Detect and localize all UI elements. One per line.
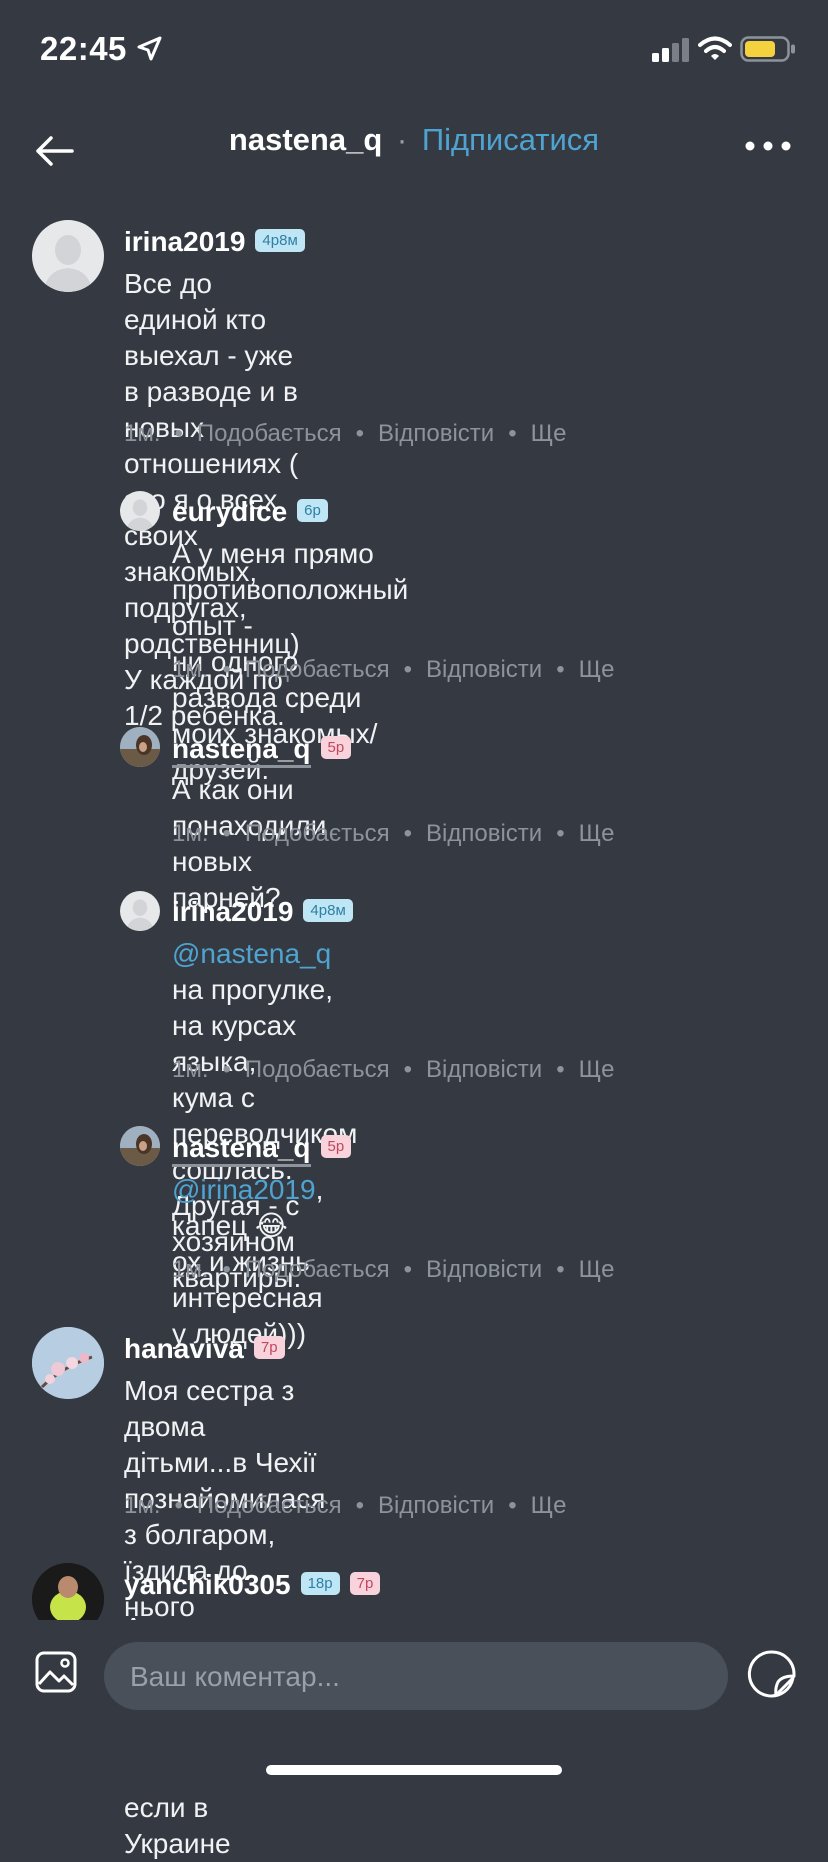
- header-title: nastena_q · Підписатися: [0, 122, 828, 158]
- status-time: 22:45: [40, 30, 127, 67]
- avatar[interactable]: [120, 727, 160, 767]
- wifi-icon: [698, 36, 732, 60]
- reply-button[interactable]: Відповісти: [426, 820, 542, 847]
- mention-link[interactable]: @nastena_q: [172, 938, 331, 969]
- comment-time: 1м.: [172, 656, 209, 683]
- user-badge: 5р: [320, 1135, 352, 1159]
- cellular-signal-icon: [652, 38, 689, 62]
- comment-actions: 1м. • Подобається • Відповісти • Ще: [124, 420, 567, 447]
- image-attach-icon[interactable]: [34, 1650, 78, 1694]
- comment-time: 1м.: [172, 1056, 209, 1083]
- like-button[interactable]: Подобається: [245, 656, 390, 683]
- location-arrow-icon: [137, 36, 162, 61]
- photo-avatar-icon: [120, 1126, 160, 1166]
- comment-actions: 1м. • Подобається • Відповісти • Ще: [172, 1256, 615, 1283]
- comment-input[interactable]: [128, 1642, 692, 1712]
- blossom-avatar-icon: [32, 1327, 104, 1399]
- default-avatar-icon: [44, 235, 92, 292]
- user-badge: 7р: [253, 1336, 285, 1360]
- default-avatar-icon: [126, 899, 154, 931]
- like-button[interactable]: Подобається: [245, 1256, 390, 1283]
- avatar[interactable]: [120, 1126, 160, 1166]
- more-button[interactable]: Ще: [579, 820, 615, 847]
- like-button[interactable]: Подобається: [245, 1056, 390, 1083]
- comment-time: 1м.: [124, 420, 161, 447]
- default-avatar-icon: [126, 499, 154, 531]
- reply-button[interactable]: Відповісти: [426, 1056, 542, 1083]
- more-button[interactable]: Ще: [579, 1256, 615, 1283]
- user-badge: 18р: [300, 1572, 340, 1596]
- battery-icon: [740, 36, 795, 62]
- profile-username[interactable]: nastena_q: [229, 122, 382, 157]
- sticker-icon[interactable]: [746, 1648, 798, 1700]
- comment-actions: 1м. • Подобається • Відповісти • Ще: [172, 820, 615, 847]
- comment-username[interactable]: irina2019: [172, 896, 293, 927]
- reply-button[interactable]: Відповісти: [378, 1492, 494, 1519]
- status-bar: 22:45: [0, 0, 828, 96]
- photo-avatar-icon: [120, 727, 160, 767]
- comment-input-wrap: [104, 1642, 728, 1712]
- header: nastena_q · Підписатися: [0, 96, 828, 186]
- comment-time: 1м.: [124, 1492, 161, 1519]
- like-button[interactable]: Подобається: [197, 1492, 342, 1519]
- comment-username[interactable]: hanaviva: [124, 1333, 244, 1364]
- avatar[interactable]: [120, 491, 160, 531]
- comment-username[interactable]: nastena_q: [172, 733, 311, 768]
- user-badge: 4р8м: [255, 229, 305, 253]
- reply-button[interactable]: Відповісти: [426, 1256, 542, 1283]
- title-separator: ·: [396, 122, 408, 157]
- subscribe-button[interactable]: Підписатися: [422, 122, 599, 157]
- comment-actions: 1м. • Подобається • Відповісти • Ще: [172, 656, 615, 683]
- comment-composer: [0, 1620, 828, 1792]
- user-badge: 6р: [297, 499, 328, 523]
- more-button[interactable]: Ще: [579, 656, 615, 683]
- home-indicator[interactable]: [266, 1765, 562, 1775]
- more-button[interactable]: Ще: [579, 1056, 615, 1083]
- more-options-icon[interactable]: [744, 136, 792, 156]
- user-badge: 5р: [320, 736, 352, 760]
- comment-time: 1м.: [172, 1256, 209, 1283]
- like-button[interactable]: Подобається: [245, 820, 390, 847]
- avatar[interactable]: [32, 220, 104, 292]
- avatar[interactable]: [120, 891, 160, 931]
- more-button[interactable]: Ще: [531, 420, 567, 447]
- comment-actions: 1м. • Подобається • Відповісти • Ще: [124, 1492, 567, 1519]
- reply-button[interactable]: Відповісти: [378, 420, 494, 447]
- comment-time: 1м.: [172, 820, 209, 847]
- comment-username[interactable]: irina2019: [124, 226, 245, 257]
- mention-link[interactable]: @irina2019: [172, 1174, 316, 1205]
- user-badge: 4р8м: [303, 899, 353, 923]
- user-badge: 7р: [349, 1572, 381, 1596]
- comment-username[interactable]: eurydice: [172, 496, 287, 527]
- comment-username[interactable]: yanchik0305: [124, 1569, 291, 1600]
- comment-actions: 1м. • Подобається • Відповісти • Ще: [172, 1056, 615, 1083]
- avatar[interactable]: [32, 1327, 104, 1399]
- like-button[interactable]: Подобається: [197, 420, 342, 447]
- comment-username[interactable]: nastena_q: [172, 1132, 311, 1167]
- reply-button[interactable]: Відповісти: [426, 656, 542, 683]
- more-button[interactable]: Ще: [531, 1492, 567, 1519]
